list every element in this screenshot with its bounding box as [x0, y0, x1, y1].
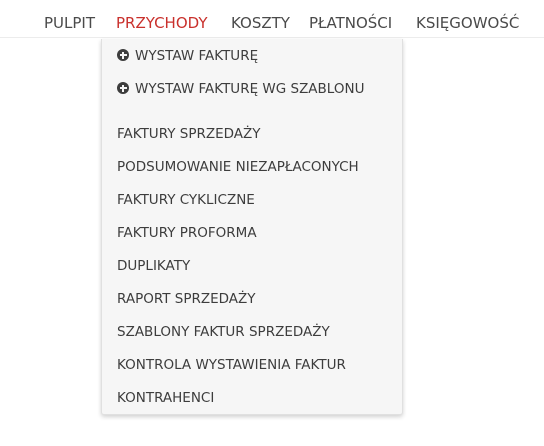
top-navigation: PULPIT PRZYCHODY KOSZTY PŁATNOŚCI KSIĘGO… — [0, 0, 544, 38]
nav-item-ksiegowosc[interactable]: KSIĘGOWOŚĆ — [416, 14, 519, 32]
menu-item-wystaw-fakture-wg-szablonu[interactable]: WYSTAW FAKTURĘ WG SZABLONU — [117, 81, 364, 97]
nav-item-pulpit[interactable]: PULPIT — [44, 14, 95, 32]
menu-item-kontrola-wystawienia-faktur[interactable]: KONTROLA WYSTAWIENIA FAKTUR — [117, 357, 346, 373]
menu-item-label: WYSTAW FAKTURĘ — [135, 48, 259, 64]
menu-item-label: WYSTAW FAKTURĘ WG SZABLONU — [135, 81, 365, 97]
nav-item-przychody[interactable]: PRZYCHODY — [116, 14, 208, 32]
plus-circle-icon — [117, 82, 129, 94]
nav-item-platnosci[interactable]: PŁATNOŚCI — [309, 14, 392, 32]
przychody-dropdown-menu: WYSTAW FAKTURĘ WYSTAW FAKTURĘ WG SZABLON… — [101, 39, 403, 415]
menu-item-faktury-cykliczne[interactable]: FAKTURY CYKLICZNE — [117, 192, 255, 208]
menu-item-wystaw-fakture[interactable]: WYSTAW FAKTURĘ — [117, 48, 258, 64]
menu-item-podsumowanie-niezaplaconych[interactable]: PODSUMOWANIE NIEZAPŁACONYCH — [117, 159, 359, 175]
nav-item-koszty[interactable]: KOSZTY — [231, 14, 290, 32]
menu-item-duplikaty[interactable]: DUPLIKATY — [117, 258, 190, 274]
menu-item-szablony-faktur-sprzedazy[interactable]: SZABLONY FAKTUR SPRZEDAŻY — [117, 324, 330, 340]
menu-item-kontrahenci[interactable]: KONTRAHENCI — [117, 390, 214, 406]
menu-item-faktury-sprzedazy[interactable]: FAKTURY SPRZEDAŻY — [117, 126, 261, 142]
menu-item-raport-sprzedazy[interactable]: RAPORT SPRZEDAŻY — [117, 291, 256, 307]
menu-item-faktury-proforma[interactable]: FAKTURY PROFORMA — [117, 225, 257, 241]
plus-circle-icon — [117, 49, 129, 61]
